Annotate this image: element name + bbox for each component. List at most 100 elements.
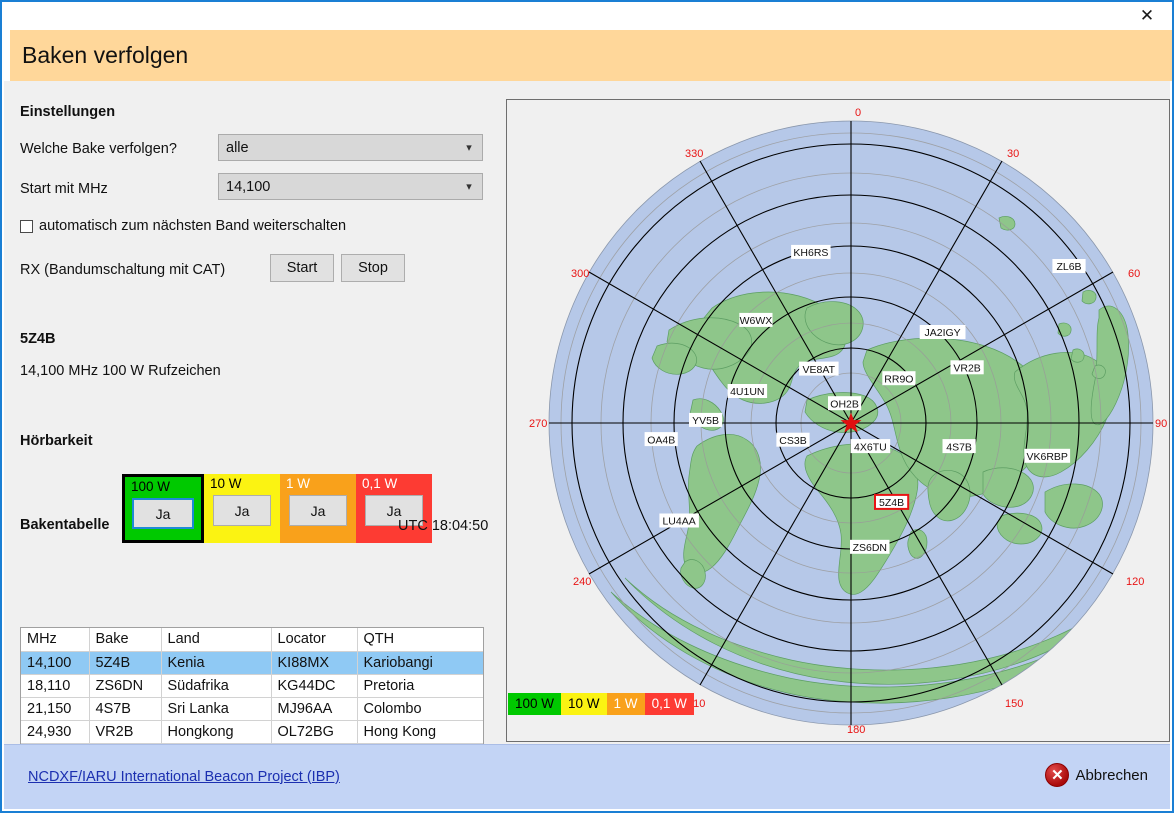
cell-land: Hongkong <box>161 720 272 744</box>
beacon-marker-4x6tu[interactable]: 4X6TU <box>850 439 891 453</box>
beacon-marker-zs6dn[interactable]: ZS6DN <box>850 539 890 554</box>
auto-band-switch-label: automatisch zum nächsten Band weiterscha… <box>39 218 347 234</box>
beacon-marker-yv5b[interactable]: YV5B <box>689 412 723 427</box>
beacon-marker-5z4b[interactable]: 5Z4B <box>874 493 910 510</box>
beacon-table-title: Bakentabelle <box>20 517 110 533</box>
hearability-cells: 100 W Ja 10 W Ja 1 W Ja 0,1 W Ja <box>122 474 432 543</box>
col-header-land: Land <box>161 628 272 652</box>
current-beacon-callsign: 5Z4B <box>20 331 56 347</box>
beacon-marker-4s7b[interactable]: 4S7B <box>942 439 976 453</box>
content-area: Einstellungen Welche Bake verfolgen? all… <box>4 81 1170 806</box>
stop-button[interactable]: Stop <box>341 254 405 282</box>
chevron-down-icon: ▾ <box>466 142 472 154</box>
utc-clock: UTC 18:04:50 <box>398 518 489 534</box>
beacon-label: W6WX <box>740 315 773 327</box>
beacon-marker-4u1un[interactable]: 4U1UN <box>727 384 768 398</box>
beacon-label: CS3B <box>779 435 806 447</box>
beacon-marker-lu4aa[interactable]: LU4AA <box>659 513 699 528</box>
col-header-mhz: MHz <box>21 628 90 652</box>
hearability-power-1w: 1 W <box>286 476 311 491</box>
cell-land: Südafrika <box>161 674 272 698</box>
beacon-label: VE8AT <box>803 364 836 376</box>
start-freq-value: 14,100 <box>226 178 271 195</box>
beacon-label: 4X6TU <box>854 441 887 453</box>
col-header-locator: Locator <box>271 628 358 652</box>
beacon-label: KH6RS <box>793 247 828 259</box>
azimuth-label-30: 30 <box>1007 148 1019 160</box>
auto-band-switch-row[interactable]: automatisch zum nächsten Band weiterscha… <box>20 218 346 234</box>
beacon-marker-oa4b[interactable]: OA4B <box>644 432 678 446</box>
table-header-row: MHz Bake Land Locator QTH <box>21 628 483 652</box>
azimuthal-map[interactable]: 0 30 60 90 120 150 180 210 240 270 300 3… <box>507 100 1169 741</box>
hearability-cell-1w[interactable]: 1 W Ja <box>280 474 356 543</box>
hearability-answer-10w[interactable]: Ja <box>213 495 271 526</box>
ibp-project-link[interactable]: NCDXF/IARU International Beacon Project … <box>28 769 340 785</box>
page-title: Baken verfolgen <box>22 42 189 68</box>
hearability-cell-100w[interactable]: 100 W Ja <box>122 474 204 543</box>
hearability-cell-10w[interactable]: 10 W Ja <box>204 474 280 543</box>
beacon-marker-ve8at[interactable]: VE8AT <box>799 361 839 376</box>
beacon-select[interactable]: alle ▾ <box>218 134 483 161</box>
beacon-label: LU4AA <box>662 516 695 528</box>
beacon-marker-w6wx[interactable]: W6WX <box>739 312 773 327</box>
beacon-marker-vk6rbp[interactable]: VK6RBP <box>1024 448 1071 463</box>
cell-qth: Hong Kong <box>357 720 483 744</box>
cell-locator: KG44DC <box>271 674 358 698</box>
beacon-label: VR2B <box>953 363 980 375</box>
auto-band-switch-checkbox[interactable] <box>20 219 33 233</box>
cell-locator: MJ96AA <box>271 697 358 721</box>
beacon-label: YV5B <box>692 415 719 427</box>
beacon-marker-vr2b[interactable]: VR2B <box>950 360 984 375</box>
cell-qth: Pretoria <box>357 674 483 698</box>
title-bar: ✕ <box>2 2 1172 30</box>
dialog-window: ✕ Baken verfolgen Einstellungen Welche B… <box>0 0 1174 813</box>
beacon-label: VK6RBP <box>1026 451 1067 463</box>
beacon-select-label: Welche Bake verfolgen? <box>20 141 177 157</box>
current-beacon-info: 14,100 MHz 100 W Rufzeichen <box>20 363 221 379</box>
rx-cat-label: RX (Bandumschaltung mit CAT) <box>20 262 226 278</box>
start-freq-select[interactable]: 14,100 ▾ <box>218 173 483 200</box>
hearability-label: Hörbarkeit <box>20 433 93 449</box>
azimuth-label-240: 240 <box>573 576 591 588</box>
settings-pane: Einstellungen Welche Bake verfolgen? all… <box>4 81 504 806</box>
col-header-bake: Bake <box>89 628 162 652</box>
cell-qth: Kariobangi <box>357 651 483 675</box>
start-button[interactable]: Start <box>270 254 334 282</box>
hearability-power-01w: 0,1 W <box>362 476 398 491</box>
beacon-label: 4S7B <box>946 441 972 453</box>
settings-section-title: Einstellungen <box>20 104 116 120</box>
header-band: Baken verfolgen <box>10 30 1172 81</box>
error-x-icon: ✕ <box>1045 763 1070 787</box>
hearability-answer-1w[interactable]: Ja <box>289 495 347 526</box>
beacon-label: OA4B <box>647 434 675 446</box>
cancel-button[interactable]: ✕ Abbrechen <box>1045 763 1148 787</box>
azimuth-label-330: 330 <box>685 148 703 160</box>
beacon-marker-cs3b[interactable]: CS3B <box>776 432 810 447</box>
map-power-legend: 100 W 10 W 1 W 0,1 W <box>508 693 694 715</box>
hearability-power-10w: 10 W <box>210 476 242 491</box>
azimuthal-map-panel[interactable]: 0 30 60 90 120 150 180 210 240 270 300 3… <box>506 99 1170 742</box>
cell-land: Sri Lanka <box>161 697 272 721</box>
beacon-marker-kh6rs[interactable]: KH6RS <box>791 244 831 259</box>
azimuth-label-120: 120 <box>1126 576 1144 588</box>
beacon-marker-rr9o[interactable]: RR9O <box>882 371 916 385</box>
legend-100w: 100 W <box>508 693 562 715</box>
close-icon[interactable]: ✕ <box>1126 2 1168 28</box>
cell-bake: 5Z4B <box>89 651 162 675</box>
hearability-answer-100w[interactable]: Ja <box>132 498 194 529</box>
beacon-marker-zl6b[interactable]: ZL6B <box>1052 259 1086 273</box>
beacon-marker-ja2igy[interactable]: JA2IGY <box>919 325 966 339</box>
azimuth-label-90: 90 <box>1155 418 1167 430</box>
table-row[interactable]: 21,150 4S7B Sri Lanka MJ96AA Colombo <box>21 697 483 721</box>
table-row[interactable]: 14,100 5Z4B Kenia KI88MX Kariobangi <box>21 651 483 675</box>
start-freq-label: Start mit MHz <box>20 181 108 197</box>
table-row[interactable]: 24,930 VR2B Hongkong OL72BG Hong Kong <box>21 720 483 744</box>
azimuth-label-150: 150 <box>1005 698 1023 710</box>
table-row[interactable]: 18,110 ZS6DN Südafrika KG44DC Pretoria <box>21 674 483 698</box>
cell-bake: 4S7B <box>89 697 162 721</box>
beacon-marker-oh2b[interactable]: OH2B <box>828 396 862 410</box>
azimuth-label-270: 270 <box>529 418 547 430</box>
legend-10w: 10 W <box>561 693 607 715</box>
cell-locator: OL72BG <box>271 720 358 744</box>
beacon-label: JA2IGY <box>925 327 961 339</box>
